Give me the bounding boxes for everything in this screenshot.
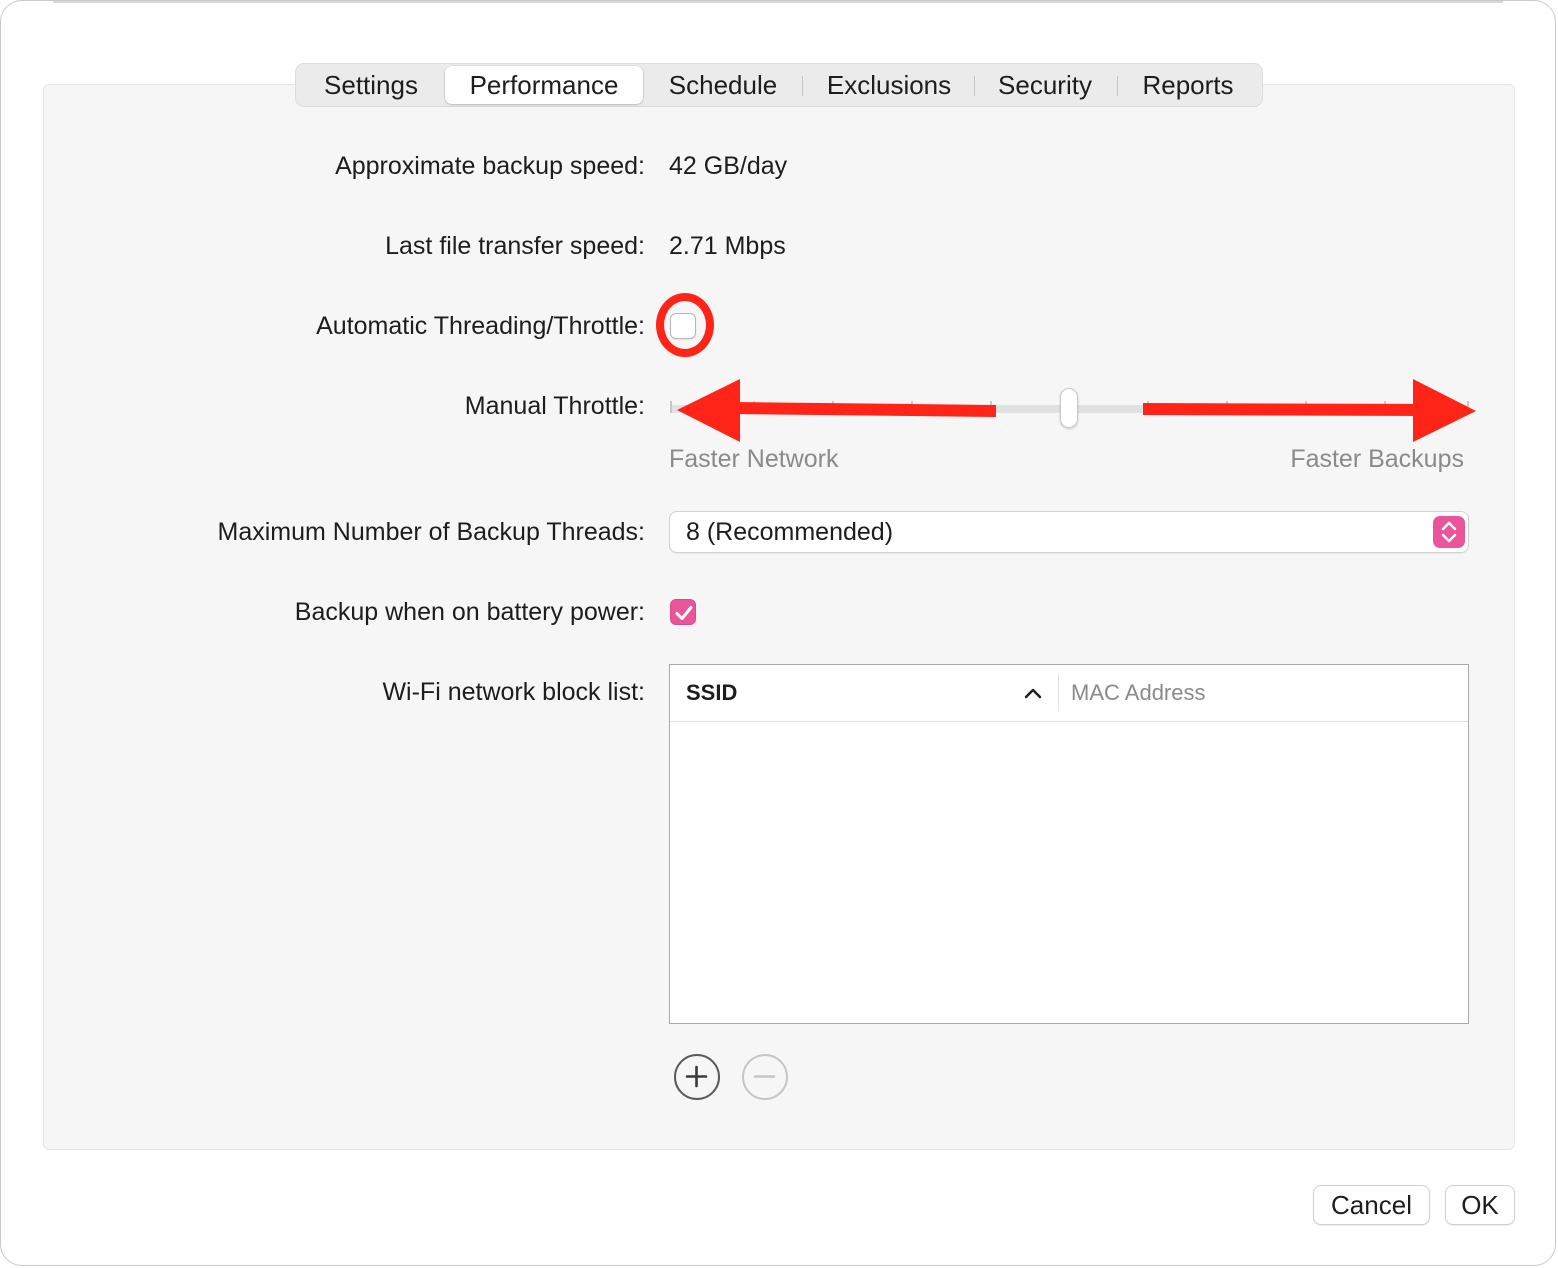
tab-security[interactable]: Security [978,64,1112,106]
slider-tick [911,401,913,413]
table-header: SSID MAC Address [670,665,1468,722]
tab-separator [1117,76,1118,96]
plus-circle-icon [685,1065,708,1088]
wifi-block-table[interactable]: SSID MAC Address [669,664,1469,1024]
column-separator [1058,675,1059,711]
slider-max-label: Faster Backups [1290,445,1464,473]
column-header-ssid[interactable]: SSID [686,665,737,721]
battery-label: Backup when on battery power: [294,598,645,626]
remove-network-button[interactable] [742,1054,788,1100]
max-threads-dropdown[interactable]: 8 (Recommended) [669,511,1469,553]
max-threads-value: 8 (Recommended) [686,518,894,546]
max-threads-label: Maximum Number of Backup Threads: [217,518,645,546]
transfer-speed-value: 2.71 Mbps [669,232,786,260]
up-down-chevron-icon [1433,516,1465,548]
manual-throttle-label: Manual Throttle: [464,392,645,420]
battery-checkbox[interactable] [670,599,696,625]
backup-speed-label: Approximate backup speed: [335,152,645,180]
tab-exclusions[interactable]: Exclusions [806,64,972,106]
backup-speed-value: 42 GB/day [669,152,788,180]
tab-bar: Settings Performance Schedule Exclusions… [295,63,1263,107]
tab-settings[interactable]: Settings [304,64,438,106]
slider-tick [1384,401,1386,413]
tab-performance[interactable]: Performance [445,66,643,104]
tab-separator [974,76,975,96]
slider-thumb[interactable] [1060,388,1078,428]
ok-button[interactable]: OK [1445,1185,1515,1225]
transfer-speed-label: Last file transfer speed: [385,232,645,260]
slider-tick [1226,401,1228,413]
add-network-button[interactable] [674,1054,720,1100]
cancel-button[interactable]: Cancel [1313,1185,1430,1225]
slider-tick [1147,401,1149,413]
minus-circle-icon [753,1075,776,1078]
column-header-mac[interactable]: MAC Address [1071,665,1206,721]
slider-tick [990,401,992,413]
slider-tick [1305,401,1307,413]
annotation-circle [656,293,714,357]
wifi-block-label: Wi-Fi network block list: [382,678,645,706]
tab-schedule[interactable]: Schedule [648,64,798,106]
tab-reports[interactable]: Reports [1121,64,1255,106]
auto-throttle-label: Automatic Threading/Throttle: [316,312,645,340]
checkmark-icon [675,606,693,620]
slider-min-label: Faster Network [669,445,839,473]
chevron-up-icon [1024,688,1042,699]
tab-separator [802,76,803,96]
preferences-window: Settings Performance Schedule Exclusions… [0,0,1556,1266]
slider-tick [1467,401,1469,413]
slider-tick [753,401,755,413]
slider-tick [670,401,672,413]
slider-tick [832,401,834,413]
window-top-edge [53,1,1503,3]
